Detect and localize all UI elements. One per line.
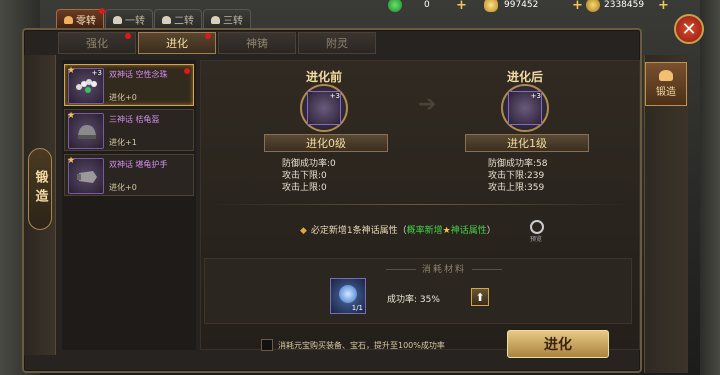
materials-title: 消耗材料	[380, 262, 508, 275]
helmet-icon	[78, 125, 96, 139]
after-title: 进化后	[506, 70, 543, 84]
forge-side-button[interactable]: 锻造	[28, 148, 52, 230]
tab-rebirth-0[interactable]: 零转	[56, 8, 105, 29]
gauntlet-icon	[77, 171, 97, 183]
stat-attack-min: 攻击下限:239	[488, 171, 545, 181]
tab-rebirth-1[interactable]: 一转	[105, 9, 153, 29]
forge-tab-label: 锻造	[656, 87, 676, 98]
notification-dot	[205, 33, 211, 39]
item-level: +3	[530, 92, 541, 100]
after-stats: 防御成功率:58 攻击下限:239 攻击上限:359	[488, 158, 548, 194]
item-evolve-level: 进化+0	[109, 93, 137, 102]
item-slot: ★	[67, 111, 104, 149]
item-name: 三神话 桔龟盔	[109, 115, 160, 124]
coin-value: 2338459	[604, 0, 645, 10]
gold-ingot-icon	[484, 0, 498, 12]
notification-dot	[184, 68, 190, 74]
jade-currency: 0 +	[388, 0, 467, 13]
star-icon: ★	[67, 156, 76, 166]
before-item-slot[interactable]: +3	[300, 84, 348, 132]
close-button[interactable]: ✕	[674, 14, 704, 44]
evolve-button[interactable]: 进化	[507, 330, 609, 358]
shell-icon	[211, 15, 220, 24]
item-name: 双神话 堪龟护手	[109, 160, 168, 169]
divider	[210, 204, 630, 205]
star-icon: ★	[67, 111, 76, 121]
shell-icon	[64, 15, 73, 24]
item-level: +3	[329, 92, 340, 100]
material-count: 1/1	[351, 304, 363, 312]
rebirth-tabs: 零转 一转 二转 三转	[56, 8, 252, 29]
material-slot[interactable]: 1/1	[330, 278, 366, 314]
before-title: 进化前	[305, 70, 342, 84]
jade-icon	[388, 0, 402, 12]
notification-dot	[125, 33, 131, 39]
tab-label: 神铸	[246, 37, 268, 50]
evolve-notice: ◆ 必定新增1条神话属性（概率新增★神话属性）	[300, 223, 496, 236]
jade-value: 0	[424, 0, 430, 10]
list-item[interactable]: ★ +3 双神话 空性念珠 进化+0	[64, 64, 194, 106]
tab-enhance[interactable]: 强化	[58, 32, 136, 54]
diamond-icon: ◆	[300, 226, 307, 236]
tab-rebirth-3[interactable]: 三转	[203, 9, 251, 29]
gem-icon	[339, 285, 357, 303]
list-item[interactable]: ★ 双神话 堪龟护手 进化+0	[64, 154, 194, 196]
tab-rebirth-2[interactable]: 二转	[154, 9, 202, 29]
item-slot: ★	[67, 156, 104, 194]
item-name: 双神话 空性念珠	[109, 70, 168, 79]
tab-label: 二转	[174, 16, 194, 27]
gold-add-button[interactable]: +	[572, 0, 583, 13]
list-item[interactable]: ★ 三神话 桔龟盔 进化+1	[64, 109, 194, 151]
forge-tab-right[interactable]: 锻造	[645, 62, 687, 106]
stat-defense-rate: 防御成功率:58	[488, 159, 548, 169]
success-rate: 成功率: 35%	[387, 295, 440, 305]
tab-label: 一转	[125, 16, 145, 27]
notice-text: 必定新增1条神话属性（	[310, 226, 407, 236]
item-evolve-level: 进化+0	[109, 183, 137, 192]
notice-green-text: 概率新增	[406, 226, 443, 236]
shell-icon	[162, 15, 171, 24]
before-level-plaque: 进化0级	[264, 134, 388, 152]
tab-enchant[interactable]: 附灵	[298, 32, 376, 54]
star-icon: ★	[442, 226, 451, 236]
after-level-plaque: 进化1级	[465, 134, 589, 152]
gold-currency: 997452 +	[484, 0, 583, 13]
stat-attack-max: 攻击上限:0	[282, 183, 327, 193]
stat-attack-max: 攻击上限:359	[488, 183, 545, 193]
coin-currency: 2338459 +	[586, 0, 669, 13]
prayer-beads-icon	[76, 79, 97, 93]
arrow-right-icon: ➔	[418, 92, 437, 117]
stat-attack-min: 攻击下限:0	[282, 171, 327, 181]
star-icon: ★	[67, 66, 76, 76]
stat-defense-rate: 防御成功率:0	[282, 159, 336, 169]
coin-icon	[586, 0, 600, 12]
jade-add-button[interactable]: +	[456, 0, 467, 13]
auto-buy-checkbox[interactable]	[261, 339, 273, 351]
tab-label: 强化	[86, 37, 108, 50]
tab-label: 三转	[223, 16, 243, 27]
preview-label: 预览	[530, 236, 543, 243]
tab-label: 附灵	[326, 37, 348, 50]
gold-value: 997452	[504, 0, 539, 10]
shell-icon	[113, 15, 122, 24]
equipment-list: ★ +3 双神话 空性念珠 进化+0 ★ 三神话 桔龟盔 进化+1 ★ 双神话 …	[62, 60, 196, 350]
tab-evolve[interactable]: 进化	[138, 32, 216, 54]
tab-divine-forge[interactable]: 神铸	[218, 32, 296, 54]
sub-tabs: 强化 进化 神铸 附灵	[58, 32, 378, 54]
after-item-slot[interactable]: +3	[501, 84, 549, 132]
auto-buy-label: 消耗元宝购买装备、宝石，提升至100%成功率	[278, 341, 445, 350]
item-level: +3	[91, 69, 102, 77]
notice-text: ）	[486, 226, 496, 236]
background-right	[700, 0, 720, 375]
item-slot: ★ +3	[67, 66, 104, 104]
item-evolve-level: 进化+1	[109, 138, 137, 147]
preview-magnifier-icon[interactable]	[530, 220, 544, 234]
notice-green-text: 神话属性	[450, 226, 487, 236]
increase-rate-button[interactable]: ⬆	[471, 288, 489, 306]
before-stats: 防御成功率:0 攻击下限:0 攻击上限:0	[282, 158, 336, 194]
coin-add-button[interactable]: +	[658, 0, 669, 13]
tab-label: 零转	[76, 16, 96, 27]
shell-icon	[659, 70, 673, 81]
tab-label: 进化	[166, 37, 188, 50]
